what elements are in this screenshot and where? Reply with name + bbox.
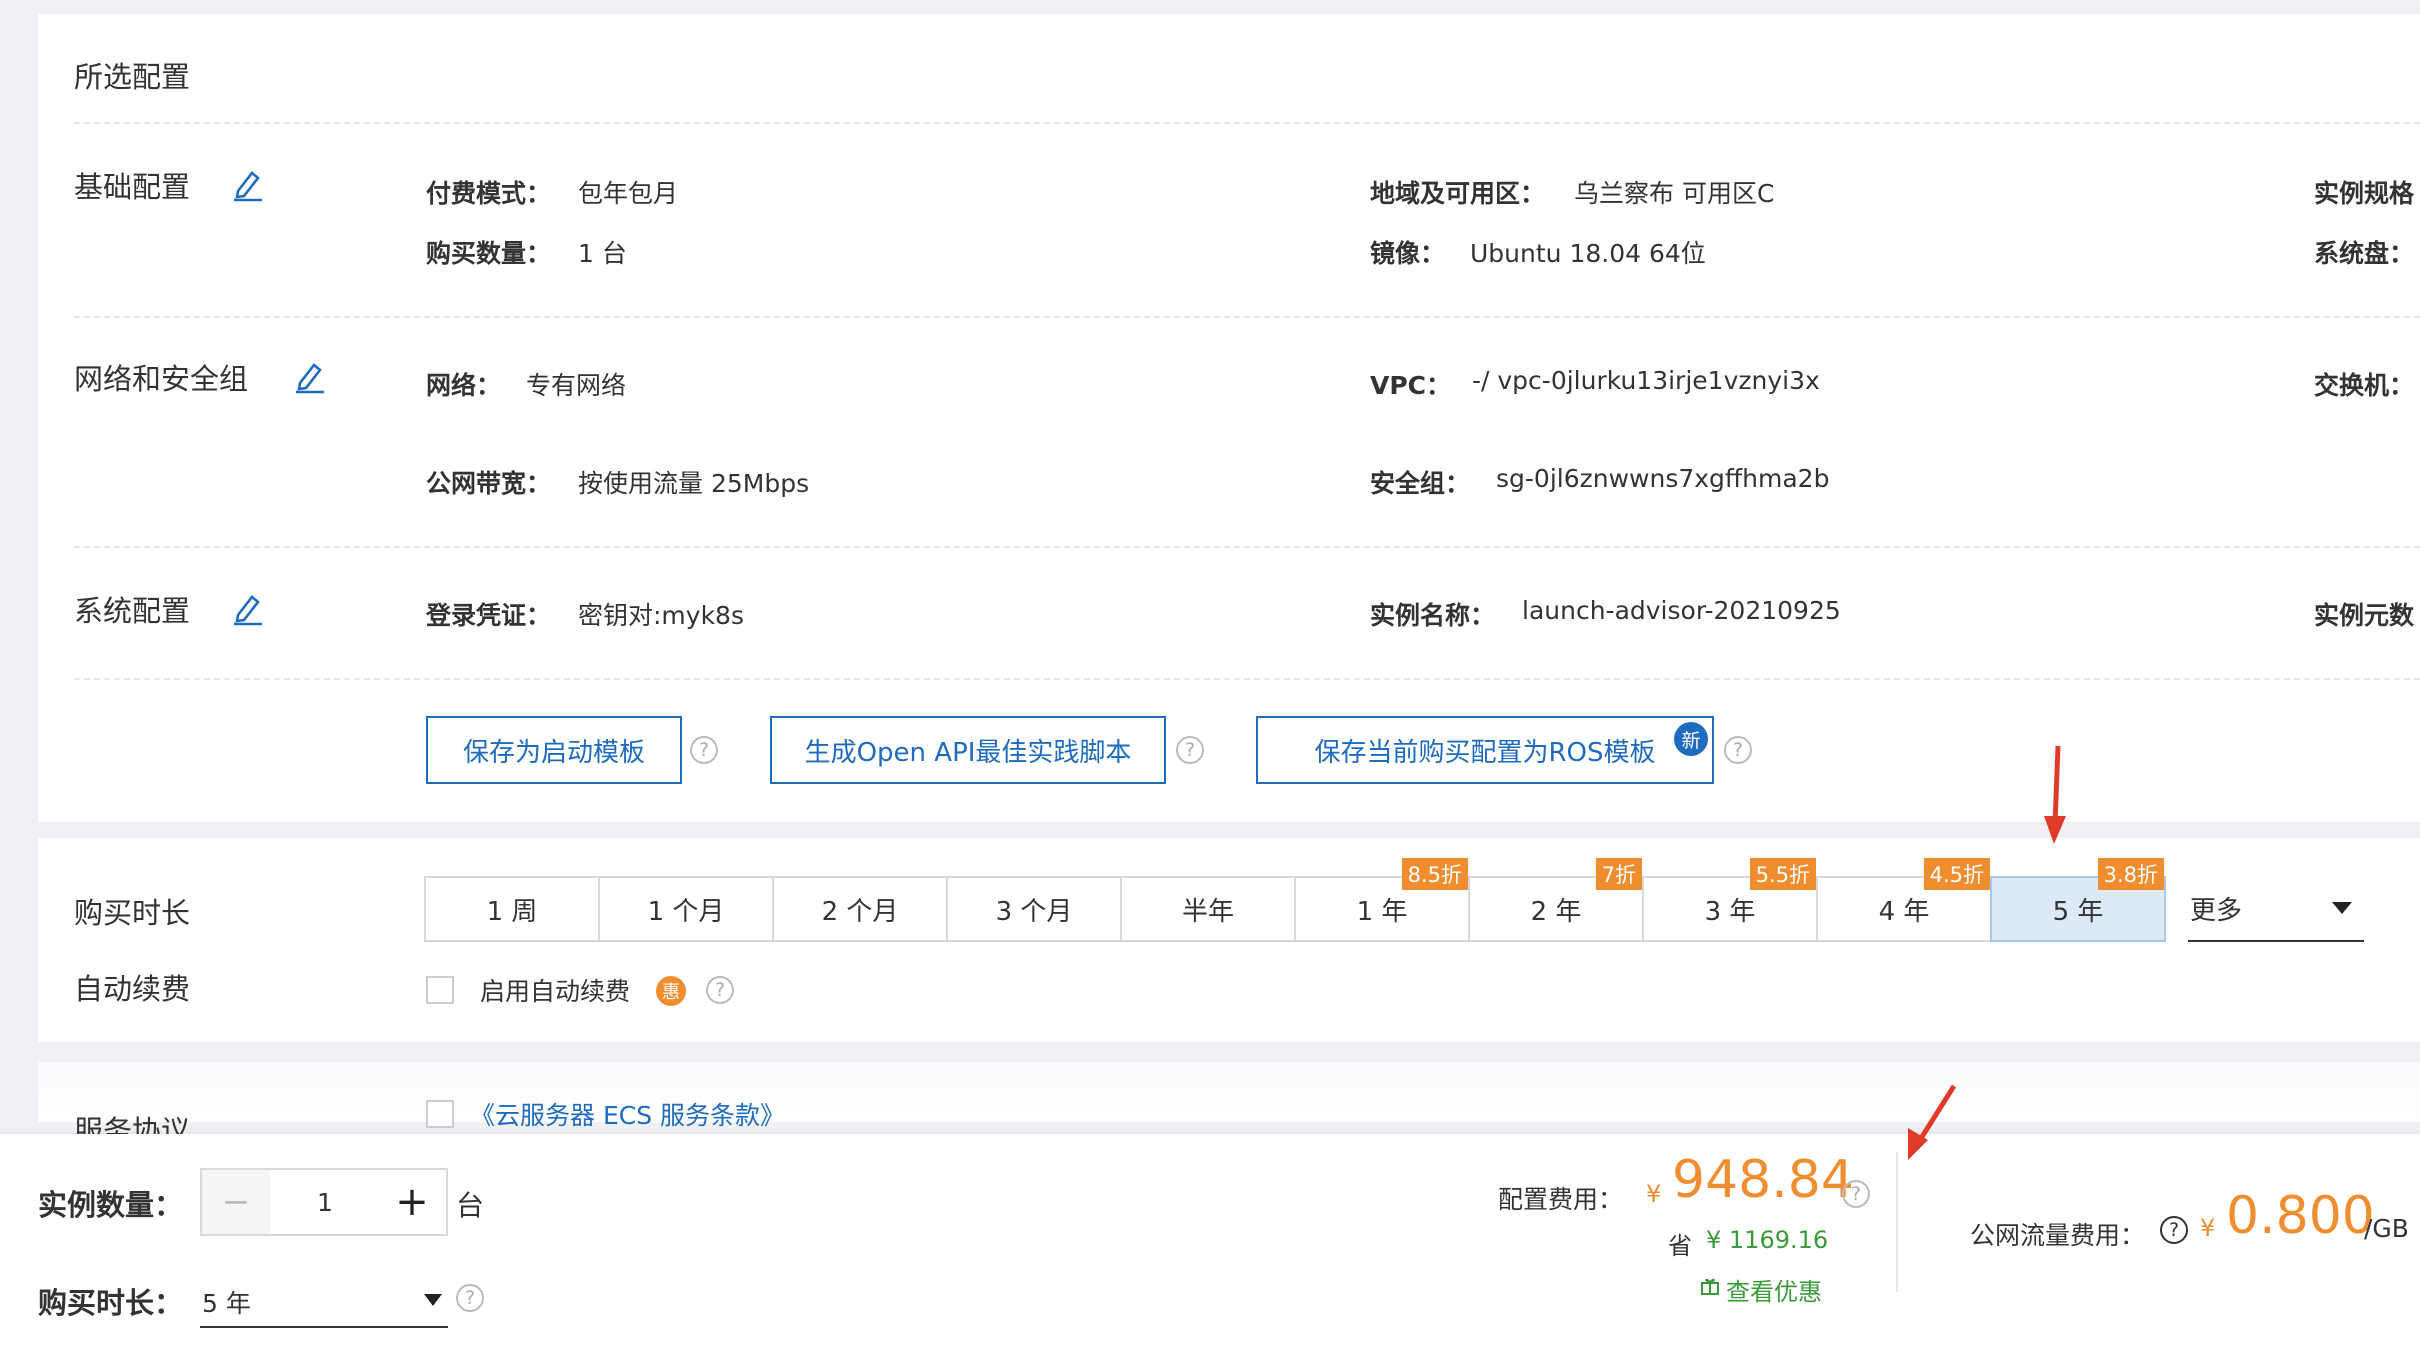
- footer-duration-value: 5 年: [202, 1289, 251, 1318]
- config-fee-label: 配置费用：: [1498, 1185, 1624, 1214]
- region-value: 乌兰察布 可用区C: [1574, 179, 1775, 208]
- switch-label: 交换机：: [2314, 371, 2415, 400]
- login-value: 密钥对:myk8s: [578, 601, 744, 630]
- divider: [74, 678, 2420, 680]
- help-icon[interactable]: ?: [706, 976, 734, 1004]
- decrease-button[interactable]: −: [202, 1170, 270, 1234]
- footer-duration-label: 购买时长：: [38, 1286, 184, 1320]
- increase-button[interactable]: +: [378, 1170, 446, 1234]
- divider: [74, 122, 2420, 124]
- more-label: 更多: [2190, 896, 2243, 926]
- discount-badge: 惠: [656, 976, 686, 1006]
- help-icon[interactable]: ?: [1176, 736, 1204, 764]
- security-group-value: sg-0jl6znwwns7xgffhma2b: [1496, 464, 1830, 493]
- view-discount-link[interactable]: 查看优惠: [1726, 1272, 1822, 1307]
- bandwidth-label: 公网带宽：: [426, 469, 552, 498]
- caret-down-icon: [2332, 902, 2352, 914]
- discount-tag: 4.5折: [1923, 858, 1990, 890]
- system-config-title: 系统配置: [74, 594, 191, 628]
- agreement-checkbox[interactable]: [426, 1100, 454, 1128]
- duration-option[interactable]: 1 周: [424, 876, 600, 942]
- save-launch-template-button[interactable]: 保存为启动模板: [426, 716, 682, 784]
- discount-tag: 7折: [1595, 858, 1642, 890]
- footer-duration-select[interactable]: 5 年: [200, 1270, 448, 1328]
- footer-quantity-label: 实例数量：: [38, 1188, 184, 1222]
- new-badge: 新: [1674, 722, 1708, 756]
- help-icon[interactable]: ?: [690, 736, 718, 764]
- selected-config-title: 所选配置: [74, 60, 191, 94]
- quantity-input[interactable]: 1: [270, 1170, 380, 1234]
- annotation-arrow-icon: [2044, 745, 2066, 844]
- traffic-fee-label: 公网流量费用：: [1970, 1221, 2146, 1250]
- network-config-title: 网络和安全组: [74, 362, 249, 396]
- instance-name-value: launch-advisor-20210925: [1522, 596, 1841, 625]
- duration-option[interactable]: 半年: [1120, 876, 1296, 942]
- caret-down-icon: [424, 1294, 442, 1306]
- instance-spec-label: 实例规格: [2314, 179, 2415, 208]
- auto-renew-checkbox[interactable]: [426, 976, 454, 1004]
- image-label: 镜像：: [1370, 239, 1446, 268]
- help-icon[interactable]: ?: [2160, 1216, 2188, 1244]
- security-group-label: 安全组：: [1370, 469, 1471, 498]
- quantity-stepper: − 1 +: [200, 1168, 448, 1236]
- footer-divider: [1896, 1152, 1898, 1292]
- duration-title: 购买时长: [74, 896, 191, 930]
- vpc-value: -/ vpc-0jlurku13irje1vznyi3x: [1472, 366, 1820, 395]
- ecs-terms-link[interactable]: 《云服务器 ECS 服务条款》: [470, 1096, 785, 1132]
- traffic-fee-unit: /GB: [2364, 1214, 2409, 1243]
- agreement-card: [38, 1062, 2420, 1122]
- auto-renew-label: 启用自动续费: [480, 977, 631, 1006]
- quantity-label: 购买数量：: [426, 239, 552, 268]
- discount-tag: 3.8折: [2097, 858, 2164, 890]
- instance-name-label: 实例名称：: [1370, 601, 1496, 630]
- duration-option[interactable]: 2 个月: [772, 876, 948, 942]
- basic-config-title: 基础配置: [74, 170, 191, 204]
- save-prefix: 省: [1668, 1232, 1692, 1260]
- help-icon[interactable]: ?: [1842, 1180, 1870, 1208]
- metadata-label: 实例元数: [2314, 601, 2415, 630]
- auto-renew-title: 自动续费: [74, 972, 191, 1006]
- vpc-label: VPC：: [1370, 371, 1452, 400]
- traffic-fee-value: 0.800: [2226, 1186, 2375, 1246]
- discount-tag: 8.5折: [1401, 858, 1468, 890]
- edit-network-icon[interactable]: [292, 358, 328, 394]
- duration-option[interactable]: 1 个月: [598, 876, 774, 942]
- gift-icon: [1700, 1276, 1720, 1296]
- login-label: 登录凭证：: [426, 601, 552, 630]
- generate-openapi-script-button[interactable]: 生成Open API最佳实践脚本: [770, 716, 1166, 784]
- network-value: 专有网络: [526, 371, 627, 400]
- quantity-value: 1 台: [578, 239, 627, 268]
- quantity-unit: 台: [456, 1189, 485, 1222]
- currency-symbol: ¥: [2200, 1214, 2216, 1242]
- divider: [74, 546, 2420, 548]
- system-disk-label: 系统盘：: [2314, 239, 2415, 268]
- divider: [74, 316, 2420, 318]
- edit-system-icon[interactable]: [230, 590, 266, 626]
- help-icon[interactable]: ?: [456, 1284, 484, 1312]
- more-duration-select[interactable]: 更多: [2188, 876, 2364, 942]
- save-ros-template-button[interactable]: 保存当前购买配置为ROS模板: [1256, 716, 1714, 784]
- duration-option[interactable]: 3 个月: [946, 876, 1122, 942]
- pay-mode-value: 包年包月: [578, 179, 679, 208]
- region-label: 地域及可用区：: [1370, 179, 1546, 208]
- annotation-arrow-icon: [1908, 1084, 1957, 1160]
- edit-basic-icon[interactable]: [230, 166, 266, 202]
- save-amount: ¥ 1169.16: [1706, 1226, 1829, 1254]
- network-label: 网络：: [426, 371, 502, 400]
- config-fee-value: 948.84: [1672, 1150, 1854, 1210]
- image-value: Ubuntu 18.04 64位: [1470, 239, 1706, 268]
- bandwidth-value: 按使用流量 25Mbps: [578, 469, 810, 498]
- pay-mode-label: 付费模式：: [426, 179, 552, 208]
- help-icon[interactable]: ?: [1724, 736, 1752, 764]
- currency-symbol: ¥: [1646, 1180, 1662, 1208]
- discount-tag: 5.5折: [1749, 858, 1816, 890]
- selected-config-card: [38, 14, 2420, 822]
